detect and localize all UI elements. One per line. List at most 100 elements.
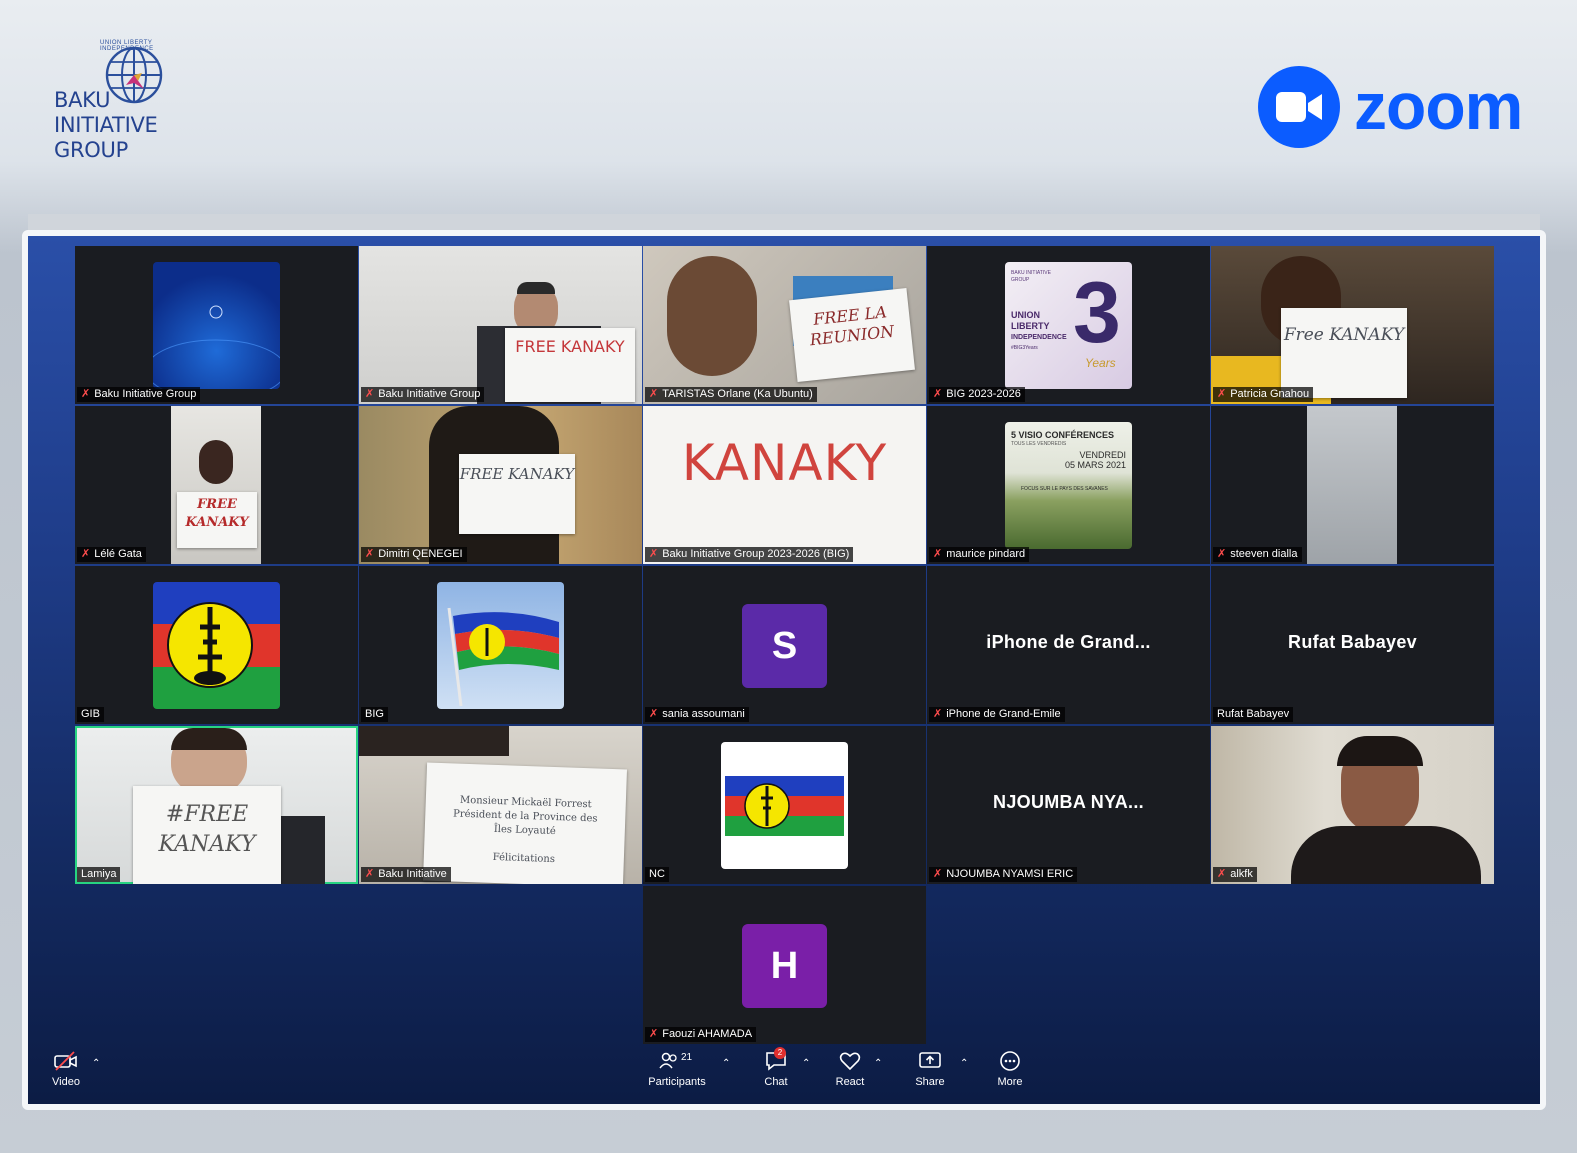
visio-conference-poster: 5 VISIO CONFÉRENCES TOUS LES VENDREDIS V…: [1005, 422, 1132, 549]
participant-tile[interactable]: S ✗ sania assoumani: [643, 566, 926, 724]
participant-tile[interactable]: 5 VISIO CONFÉRENCES TOUS LES VENDREDIS V…: [927, 406, 1210, 564]
participant-name-label: Lamiya: [77, 867, 121, 882]
participant-name-label: ✗ Dimitri QENEGEI: [361, 547, 467, 562]
kanaky-flag-icon: [725, 776, 844, 836]
participant-tile[interactable]: FREE KANAKY ✗ Dimitri QENEGEI: [359, 406, 642, 564]
participants-button[interactable]: 21 Participants: [644, 1050, 710, 1088]
person-figure: [667, 256, 757, 376]
mic-muted-icon: ✗: [933, 868, 943, 880]
share-screen-icon: [919, 1052, 941, 1068]
participant-name-label: ✗ Baku Initiative Group: [77, 387, 201, 402]
participant-tile[interactable]: ✗ alkfk: [1211, 726, 1494, 884]
react-options-caret[interactable]: ⌃: [874, 1058, 882, 1069]
mic-muted-icon: ✗: [649, 1028, 659, 1040]
mic-muted-icon: ✗: [649, 708, 659, 720]
mic-muted-icon: ✗: [649, 388, 659, 400]
participant-name-label: ✗ Lélé Gata: [77, 547, 146, 562]
share-options-caret[interactable]: ⌃: [960, 1058, 968, 1069]
zoom-logo: zoom: [1258, 66, 1523, 150]
zoom-wordmark: zoom: [1354, 69, 1523, 143]
zoom-camera-icon: [1258, 66, 1340, 148]
participant-name-label: NC: [645, 867, 669, 882]
kanaky-flag-icon: [153, 582, 280, 709]
big-number-three: 3: [1073, 265, 1121, 361]
participant-tile[interactable]: Free KANAKY ✗ Patricia Gnahou: [1211, 246, 1494, 404]
participant-tile[interactable]: Monsieur Mickaël Forrest Président de la…: [359, 726, 642, 884]
participants-options-caret[interactable]: ⌃: [722, 1058, 730, 1069]
participant-name-label: ✗ alkfk: [1213, 867, 1257, 882]
logo-word-initiative: INITIATIVE: [54, 113, 158, 137]
participant-tile[interactable]: BAKU INITIATIVE GROUP UNION LIBERTY INDE…: [927, 246, 1210, 404]
chat-unread-badge: 2: [774, 1047, 786, 1059]
participant-name-label: ✗ NJOUMBA NYAMSI ERIC: [929, 867, 1078, 882]
participant-tile-active-speaker[interactable]: #FREE KANAKY Lamiya: [75, 726, 358, 884]
participant-name-label: ✗ BIG 2023-2026: [929, 387, 1025, 402]
react-button[interactable]: React: [832, 1050, 868, 1088]
participant-tile[interactable]: ✗ Baku Initiative Group: [75, 246, 358, 404]
participant-tile[interactable]: FREE LA REUNION ✗ TARISTAS Orlane (Ka Ubu…: [643, 246, 926, 404]
participant-name-label: ✗ Faouzi AHAMADA: [645, 1027, 757, 1042]
mic-muted-icon: ✗: [1217, 548, 1227, 560]
participant-avatar: H: [742, 924, 827, 1008]
video-label: Video: [52, 1076, 80, 1088]
participant-name-label: ✗ TARISTAS Orlane (Ka Ubuntu): [645, 387, 817, 402]
protest-sign: Free KANAKY: [1281, 308, 1407, 398]
logo-word-baku: BAKU: [54, 88, 111, 112]
protest-sign: KANAKY: [681, 434, 888, 492]
video-off-icon: [54, 1051, 77, 1071]
mic-muted-icon: ✗: [933, 548, 943, 560]
participant-name-label: ✗ steeven dialla: [1213, 547, 1302, 562]
participant-name-label: ✗ Baku Initiative Group: [361, 387, 485, 402]
heart-icon: [839, 1052, 861, 1071]
portrait-video: FREE KANAKY: [171, 406, 261, 564]
video-button[interactable]: Video: [46, 1050, 86, 1088]
participant-name-label: ✗ sania assoumani: [645, 707, 749, 722]
chat-button[interactable]: 2 Chat: [758, 1047, 794, 1088]
waving-flag-image: [437, 582, 564, 709]
video-options-caret[interactable]: ⌃: [92, 1058, 100, 1069]
participant-tile[interactable]: KANAKY ✗ Baku Initiative Group 2023-2026 …: [643, 406, 926, 564]
protest-sign: FREE LA REUNION: [789, 288, 915, 382]
participant-tile[interactable]: FREE KANAKY ✗ Lélé Gata: [75, 406, 358, 564]
mic-muted-icon: ✗: [933, 708, 943, 720]
participant-tile[interactable]: ✗ steeven dialla: [1211, 406, 1494, 564]
participant-name-label: GIB: [77, 707, 104, 722]
participant-tile[interactable]: GIB: [75, 566, 358, 724]
participant-tile[interactable]: Rufat Babayev Rufat Babayev: [1211, 566, 1494, 724]
protest-sign: #FREE KANAKY: [133, 786, 281, 884]
kanaky-flag-image: [153, 582, 280, 709]
participant-tile[interactable]: NC: [643, 726, 926, 884]
more-button[interactable]: More: [992, 1050, 1028, 1088]
mic-muted-icon: ✗: [933, 388, 943, 400]
mic-muted-icon: ✗: [649, 548, 659, 560]
mic-muted-icon: ✗: [365, 868, 375, 880]
baku-group-thumbnail: [153, 262, 280, 389]
participant-name-label: ✗ maurice pindard: [929, 547, 1030, 562]
share-label: Share: [915, 1076, 945, 1088]
share-button[interactable]: Share: [912, 1050, 948, 1088]
participants-label: Participants: [648, 1076, 706, 1088]
participant-tile[interactable]: BIG: [359, 566, 642, 724]
kanaky-flag-icon: [447, 607, 559, 707]
mic-muted-icon: ✗: [365, 548, 375, 560]
world-map-image: [153, 305, 280, 389]
congratulations-letter: Monsieur Mickaël Forrest Président de la…: [423, 762, 627, 884]
participant-name-label: ✗ Baku Initiative: [361, 867, 451, 882]
mic-muted-icon: ✗: [365, 388, 375, 400]
participant-tile[interactable]: H ✗ Faouzi AHAMADA: [643, 886, 926, 1044]
participant-tile[interactable]: FREE KANAKY ✗ Baku Initiative Group: [359, 246, 642, 404]
mic-muted-icon: ✗: [81, 388, 91, 400]
participant-tile[interactable]: NJOUMBA NYA... ✗ NJOUMBA NYAMSI ERIC: [927, 726, 1210, 884]
mic-muted-icon: ✗: [1217, 388, 1227, 400]
mic-muted-icon: ✗: [1217, 868, 1227, 880]
participant-tile[interactable]: iPhone de Grand... ✗ iPhone de Grand-Emil…: [927, 566, 1210, 724]
chat-options-caret[interactable]: ⌃: [802, 1058, 810, 1069]
participant-display-name: NJOUMBA NYA...: [993, 792, 1144, 812]
participants-icon: 21: [659, 1052, 693, 1069]
react-label: React: [835, 1076, 865, 1088]
participant-name-label: ✗ iPhone de Grand-Emile: [929, 707, 1065, 722]
big-3-years-poster: BAKU INITIATIVE GROUP UNION LIBERTY INDE…: [1005, 262, 1132, 389]
chat-label: Chat: [764, 1076, 788, 1088]
logo-word-group: GROUP: [54, 138, 128, 162]
protest-sign: FREE KANAKY: [459, 454, 575, 534]
